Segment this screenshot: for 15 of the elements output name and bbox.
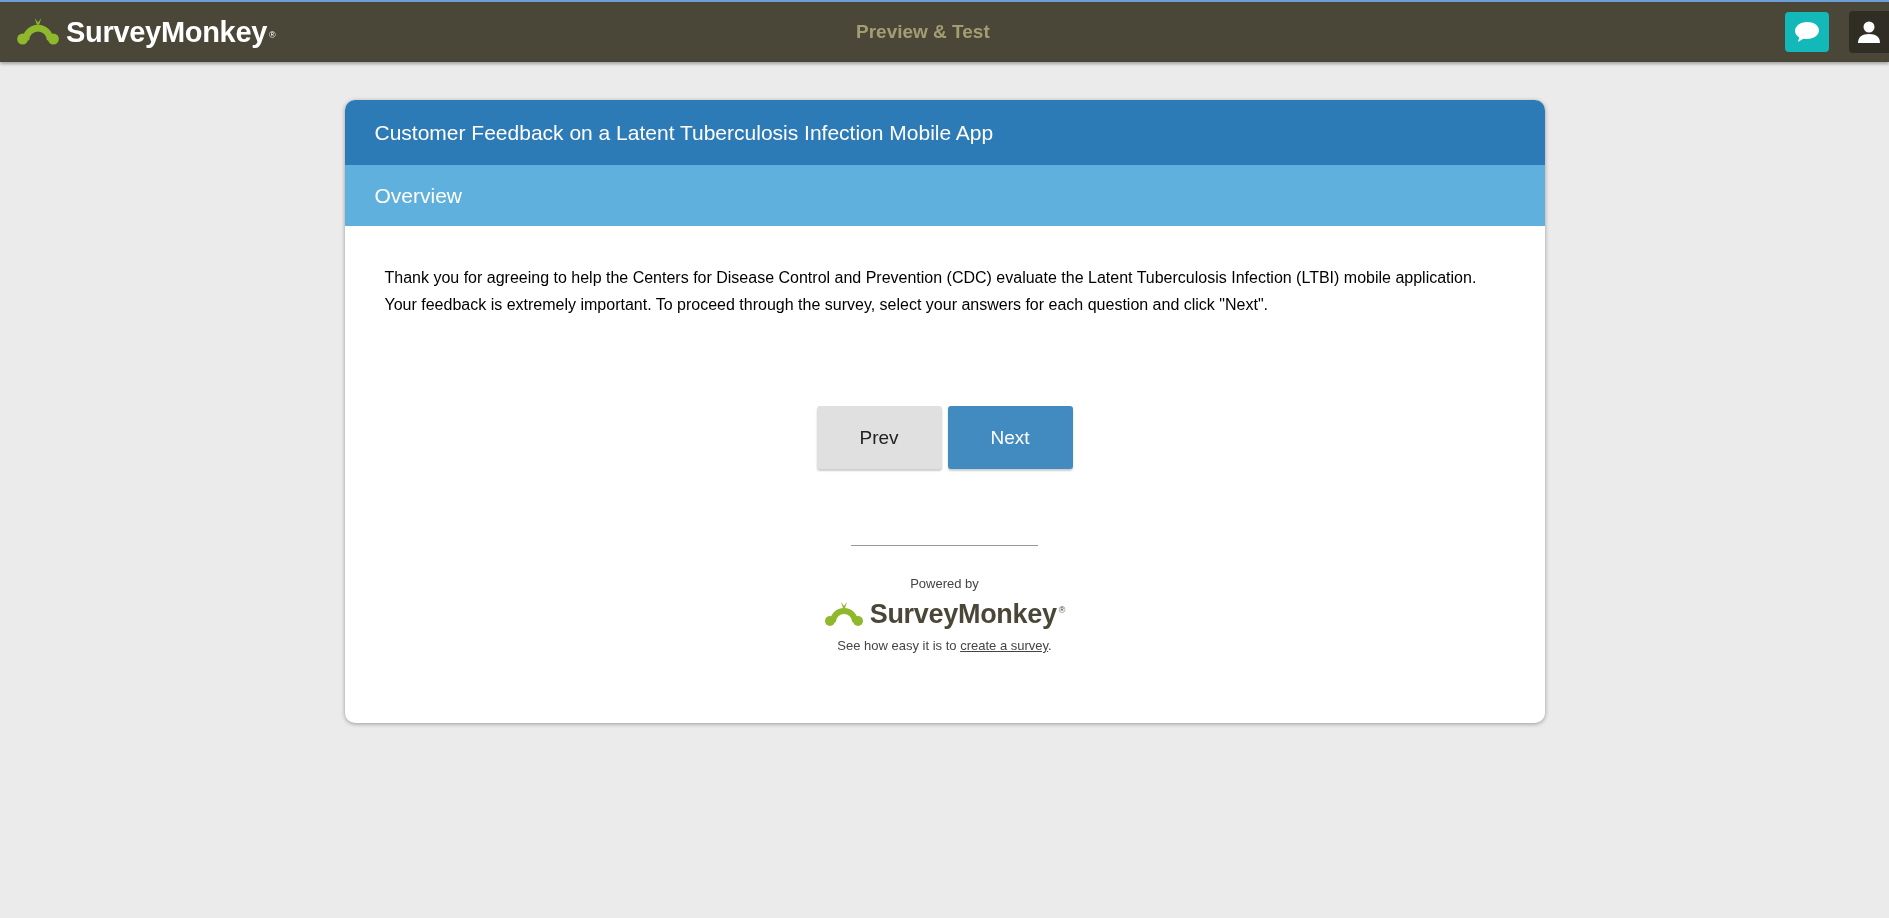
page-heading: Overview	[344, 165, 1545, 226]
page-title: Preview & Test	[856, 21, 990, 43]
registered-mark: ®	[269, 29, 276, 40]
powered-by-label: Powered by	[910, 576, 979, 591]
next-button[interactable]: Next	[947, 406, 1073, 469]
brand-wordmark: SurveyMonkey	[66, 15, 268, 49]
prev-button[interactable]: Prev	[816, 406, 942, 469]
brand-wordmark: SurveyMonkey	[869, 599, 1057, 630]
intro-paragraph: Thank you for agreeing to help the Centers for Disease Control and Prevention (CDC) evaluate the Latent Tuberculosis Infection (LTBI) mobile application. Your feedback is extremely important. To proceed through the survey, select your answers for each question and click "Next".	[384, 268, 1478, 315]
user-icon	[1857, 20, 1881, 44]
account-button[interactable]	[1849, 11, 1889, 53]
registered-mark: ®	[1058, 605, 1066, 615]
survey-title: Customer Feedback on a Latent Tuberculosis Infection Mobile App	[344, 100, 1545, 165]
speech-bubble-icon	[1794, 21, 1820, 43]
promo-text: See how easy it is to create a survey.	[837, 638, 1052, 653]
